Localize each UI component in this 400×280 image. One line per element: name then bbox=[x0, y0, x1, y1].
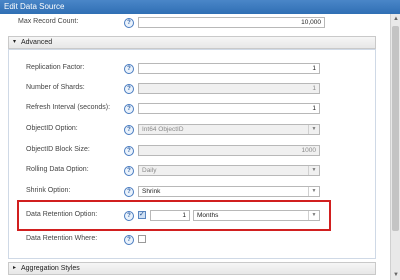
number-of-shards-label: Number of Shards: bbox=[26, 84, 85, 91]
max-record-count-label: Max Record Count: bbox=[18, 18, 79, 25]
dropdown-arrow-icon: ▼ bbox=[308, 166, 319, 175]
shrink-option-label: Shrink Option: bbox=[26, 187, 71, 194]
number-of-shards-input: 1 bbox=[138, 83, 320, 94]
dialog-title: Edit Data Source bbox=[4, 2, 65, 11]
objectid-block-size-label: ObjectID Block Size: bbox=[26, 146, 90, 153]
scrollbar-thumb[interactable] bbox=[392, 26, 399, 231]
rolling-data-option-value: Daily bbox=[142, 167, 157, 174]
data-retention-where-checkbox[interactable] bbox=[138, 235, 146, 243]
dropdown-arrow-icon: ▼ bbox=[308, 125, 319, 134]
replication-factor-input[interactable]: 1 bbox=[138, 63, 320, 74]
refresh-interval-help-icon[interactable]: ? bbox=[124, 104, 134, 114]
aggregation-styles-section-title: Aggregation Styles bbox=[21, 265, 80, 272]
vertical-scrollbar[interactable]: ▲ ▼ bbox=[390, 14, 400, 280]
number-of-shards-help-icon[interactable]: ? bbox=[124, 84, 134, 94]
replication-factor-label: Replication Factor: bbox=[26, 64, 85, 71]
aggregation-styles-section-header[interactable]: ▸ Aggregation Styles bbox=[8, 262, 376, 275]
highlight-box bbox=[17, 200, 331, 231]
shrink-option-select[interactable]: Shrink ▼ bbox=[138, 186, 320, 197]
refresh-interval-input[interactable]: 1 bbox=[138, 103, 320, 114]
advanced-section-header[interactable]: ▾ Advanced bbox=[8, 36, 376, 49]
objectid-option-select: Int64 ObjectID ▼ bbox=[138, 124, 320, 135]
data-retention-where-help-icon[interactable]: ? bbox=[124, 235, 134, 245]
shrink-option-help-icon[interactable]: ? bbox=[124, 187, 134, 197]
collapsed-chevron-icon: ▸ bbox=[13, 265, 17, 271]
max-record-count-input[interactable]: 10,000 bbox=[138, 17, 325, 28]
max-record-count-help-icon[interactable]: ? bbox=[124, 18, 134, 28]
objectid-block-size-input: 1000 bbox=[138, 145, 320, 156]
replication-factor-help-icon[interactable]: ? bbox=[124, 64, 134, 74]
scroll-up-arrow-icon[interactable]: ▲ bbox=[392, 15, 400, 23]
dialog-title-bar: Edit Data Source bbox=[0, 0, 400, 14]
shrink-option-value: Shrink bbox=[142, 188, 161, 195]
dialog-body: Max Record Count: ? 10,000 ▾ Advanced Re… bbox=[0, 14, 390, 280]
rolling-data-option-label: Rolling Data Option: bbox=[26, 166, 89, 173]
dropdown-arrow-icon: ▼ bbox=[308, 187, 319, 196]
scroll-down-arrow-icon[interactable]: ▼ bbox=[392, 271, 400, 279]
expanded-chevron-icon: ▾ bbox=[13, 39, 17, 45]
refresh-interval-label: Refresh Interval (seconds): bbox=[26, 104, 111, 111]
objectid-block-size-help-icon[interactable]: ? bbox=[124, 146, 134, 156]
objectid-option-help-icon[interactable]: ? bbox=[124, 125, 134, 135]
objectid-option-label: ObjectID Option: bbox=[26, 125, 78, 132]
objectid-option-value: Int64 ObjectID bbox=[142, 126, 184, 133]
advanced-section-title: Advanced bbox=[21, 39, 53, 46]
data-retention-where-label: Data Retention Where: bbox=[26, 235, 98, 242]
rolling-data-option-help-icon[interactable]: ? bbox=[124, 166, 134, 176]
rolling-data-option-select: Daily ▼ bbox=[138, 165, 320, 176]
